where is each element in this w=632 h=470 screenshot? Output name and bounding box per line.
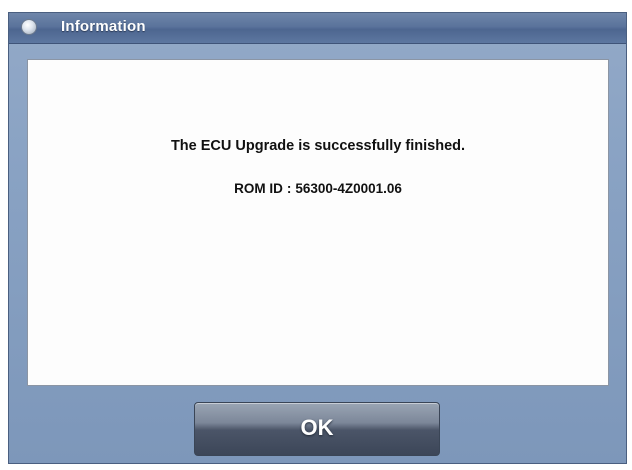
success-message: The ECU Upgrade is successfully finished…: [170, 138, 466, 154]
rom-id-separator: :: [286, 181, 292, 196]
ok-button-label: OK: [300, 415, 334, 440]
rom-id-label: ROM ID: [234, 181, 283, 196]
rom-id-line: ROM ID:56300-4Z0001.06: [28, 181, 608, 196]
dialog-title: Information: [61, 18, 146, 35]
rom-id-value: 56300-4Z0001.06: [295, 181, 402, 196]
message-panel: The ECU Upgrade is successfully finished…: [27, 59, 609, 386]
information-dialog: Information The ECU Upgrade is successfu…: [8, 12, 627, 464]
ok-button[interactable]: OK: [194, 402, 440, 456]
dialog-titlebar[interactable]: Information: [9, 13, 626, 44]
info-orb-icon: [21, 19, 37, 35]
